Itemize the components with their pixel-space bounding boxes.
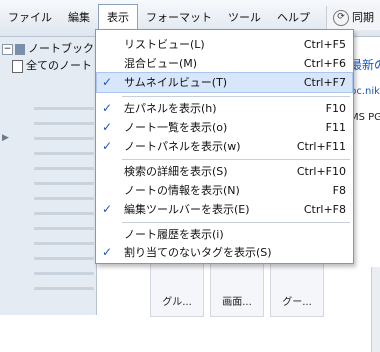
thumbnail-label: グル...	[162, 297, 192, 308]
menu-item-label: ノートの情報を表示(N)	[124, 184, 240, 197]
menu-separator	[122, 159, 350, 160]
menu-item-list-view[interactable]: リストビュー(L) Ctrl+F5	[97, 35, 352, 54]
menu-item-label: サムネイルビュー(T)	[124, 76, 228, 89]
notebook-icon	[15, 43, 25, 55]
menu-item-shortcut: F8	[332, 184, 346, 197]
expand-arrow-icon[interactable]: ▶	[2, 133, 9, 143]
menu-separator	[122, 96, 350, 97]
menu-format[interactable]: フォーマット	[138, 6, 220, 30]
url-fragment[interactable]: pc.nik	[350, 86, 380, 102]
menu-item-label: ノート一覧を表示(o)	[124, 121, 228, 134]
note-title-fragment: 最新の	[350, 58, 380, 72]
menu-help[interactable]: ヘルプ	[269, 6, 318, 30]
menu-separator	[122, 222, 350, 223]
menu-item-label: 編集ツールバーを表示(E)	[124, 203, 250, 216]
menu-item-label: 混合ビュー(M)	[124, 57, 198, 70]
menu-item-show-unassigned-tags[interactable]: ✓ 割り当てのないタグを表示(S)	[97, 243, 352, 262]
check-icon: ✓	[102, 101, 113, 115]
menu-item-shortcut: Ctrl+F7	[303, 76, 346, 89]
menu-tools[interactable]: ツール	[220, 6, 269, 30]
check-icon: ✓	[102, 202, 113, 216]
notebook-label: ノートブック	[28, 42, 94, 55]
menu-item-shortcut: F10	[325, 102, 346, 115]
check-icon: ✓	[102, 139, 113, 153]
thumbnail-label: 画面...	[222, 297, 252, 308]
thumbnail-item[interactable]: 画面...	[210, 260, 264, 317]
notes-icon	[12, 59, 23, 73]
menu-item-show-note-history[interactable]: ノート履歴を表示(i)	[97, 225, 352, 244]
menu-item-show-note-list[interactable]: ✓ ノート一覧を表示(o) F11	[97, 118, 352, 137]
menu-item-thumbnail-view[interactable]: ✓ サムネイルビュー(T) Ctrl+F7	[96, 72, 353, 93]
thumbnail-row: グル... 画面... グー...	[150, 260, 380, 317]
sync-button[interactable]: ⟳ 同期	[326, 6, 380, 30]
menu-item-shortcut: Ctrl+F11	[296, 140, 346, 153]
notebook-list-placeholder	[34, 107, 94, 302]
menu-item-shortcut: Ctrl+F5	[303, 38, 346, 51]
menu-item-show-note-info[interactable]: ノートの情報を表示(N) F8	[97, 181, 352, 200]
left-panel: − ノートブック 全てのノート ▶	[0, 37, 97, 315]
view-menu-dropdown: リストビュー(L) Ctrl+F5 混合ビュー(M) Ctrl+F6 ✓ サムネ…	[95, 29, 354, 264]
tree-notebook[interactable]: − ノートブック	[2, 41, 94, 57]
menu-item-label: 検索の詳細を表示(S)	[124, 165, 228, 178]
all-notes-label: 全てのノート	[26, 59, 92, 72]
menu-item-show-note-panel[interactable]: ✓ ノートパネルを表示(w) Ctrl+F11	[97, 137, 352, 156]
menu-item-shortcut: Ctrl+F6	[303, 57, 346, 70]
check-icon: ✓	[102, 120, 113, 134]
check-icon: ✓	[102, 75, 113, 89]
menu-item-show-edit-toolbar[interactable]: ✓ 編集ツールバーを表示(E) Ctrl+F8	[97, 200, 352, 219]
tree-all-notes[interactable]: 全てのノート	[12, 58, 92, 74]
thumbnail-label: グー...	[282, 297, 312, 308]
menu-item-show-left-panel[interactable]: ✓ 左パネルを表示(h) F10	[97, 99, 352, 118]
menu-item-label: リストビュー(L)	[124, 38, 205, 51]
thumbnail-item[interactable]: グー...	[270, 260, 324, 317]
check-icon: ✓	[102, 245, 113, 259]
collapse-icon[interactable]: −	[2, 43, 13, 55]
menu-view[interactable]: 表示	[98, 3, 138, 31]
message-fragment: MS PG	[350, 112, 380, 123]
menu-item-shortcut: Ctrl+F8	[303, 203, 346, 216]
thumbnail-item[interactable]: グル...	[150, 260, 204, 317]
menu-item-mixed-view[interactable]: 混合ビュー(M) Ctrl+F6	[97, 54, 352, 73]
menu-item-label: ノートパネルを表示(w)	[124, 140, 241, 153]
menu-item-shortcut: F11	[325, 121, 346, 134]
menu-item-label: ノート履歴を表示(i)	[124, 228, 224, 241]
menu-item-show-search-details[interactable]: 検索の詳細を表示(S) Ctrl+F10	[97, 162, 352, 181]
menu-file[interactable]: ファイル	[0, 6, 60, 30]
sync-label: 同期	[352, 11, 374, 24]
menu-item-label: 左パネルを表示(h)	[124, 102, 217, 115]
menu-item-shortcut: Ctrl+F10	[296, 165, 346, 178]
menu-edit[interactable]: 編集	[60, 6, 98, 30]
menu-item-label: 割り当てのないタグを表示(S)	[124, 246, 272, 259]
sync-icon: ⟳	[333, 10, 349, 26]
